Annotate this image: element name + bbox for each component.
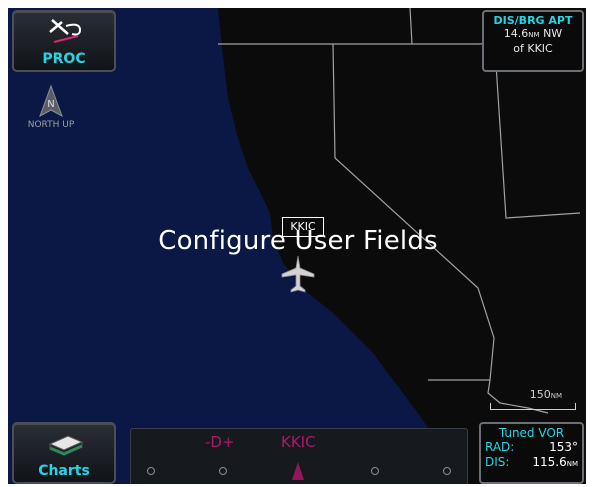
tuned-vor-distance-row: DIS: 115.6NM <box>485 455 578 472</box>
dis-brg-header: DIS/BRG APT <box>493 14 573 27</box>
north-arrow-icon: N <box>39 84 63 118</box>
state-border-east <box>495 63 581 219</box>
dis-brg-user-field[interactable]: DIS/BRG APT 14.6NM NW of KKIC <box>482 10 584 72</box>
strip-dot <box>219 467 227 475</box>
strip-dot <box>443 467 451 475</box>
charts-button[interactable]: Charts <box>12 422 116 484</box>
north-letter: N <box>47 99 54 110</box>
strip-dot <box>371 467 379 475</box>
distance-value-wrap: 115.6NM <box>532 455 578 472</box>
north-up-indicator[interactable]: N NORTH UP <box>16 84 86 130</box>
proc-button[interactable]: PROC <box>12 10 116 72</box>
state-border-nv <box>332 43 495 381</box>
flight-plan-strip[interactable]: -D+ KKIC <box>130 428 468 484</box>
map-display[interactable]: PROC N NORTH UP DIS/BRG APT 14.6NM NW of… <box>8 8 586 484</box>
map-scale-value: 150 <box>529 388 551 401</box>
radial-value: 153° <box>549 440 578 454</box>
dis-brg-direction: NW <box>543 27 563 40</box>
map-scale-unit: NM <box>550 392 562 400</box>
tuned-vor-header: Tuned VOR <box>498 426 565 440</box>
charts-button-label: Charts <box>38 463 90 479</box>
configure-user-fields-message: Configure User Fields <box>158 226 438 256</box>
north-up-label: NORTH UP <box>27 120 75 130</box>
proc-button-label: PROC <box>42 51 86 67</box>
distance-label: DIS: <box>485 455 510 469</box>
charts-icon <box>48 435 84 456</box>
tuned-vor-user-field[interactable]: Tuned VOR RAD: 153° DIS: 115.6NM <box>479 422 584 484</box>
state-border-north <box>409 8 413 45</box>
map-scale-text: 150NM <box>530 388 562 401</box>
distance-value: 115.6 <box>532 455 567 469</box>
aircraft-position-icon <box>292 462 304 480</box>
destination-waypoint[interactable]: KKIC <box>281 433 316 451</box>
direct-to-waypoint[interactable]: -D+ <box>205 433 235 451</box>
dis-brg-distance-value: 14.6 <box>503 27 529 40</box>
tuned-vor-radial-row: RAD: 153° <box>485 440 578 455</box>
distance-unit: NM <box>566 460 578 468</box>
dis-brg-distance: 14.6NM NW <box>484 27 582 42</box>
procedure-icon <box>49 19 82 43</box>
map-scale-bar <box>490 403 576 410</box>
ownship-icon <box>281 255 315 293</box>
dis-brg-reference: of KKIC <box>513 42 553 55</box>
dis-brg-distance-unit: NM <box>528 31 540 39</box>
map-scale: 150NM <box>486 384 580 414</box>
radial-label: RAD: <box>485 440 515 454</box>
strip-dot <box>147 467 155 475</box>
